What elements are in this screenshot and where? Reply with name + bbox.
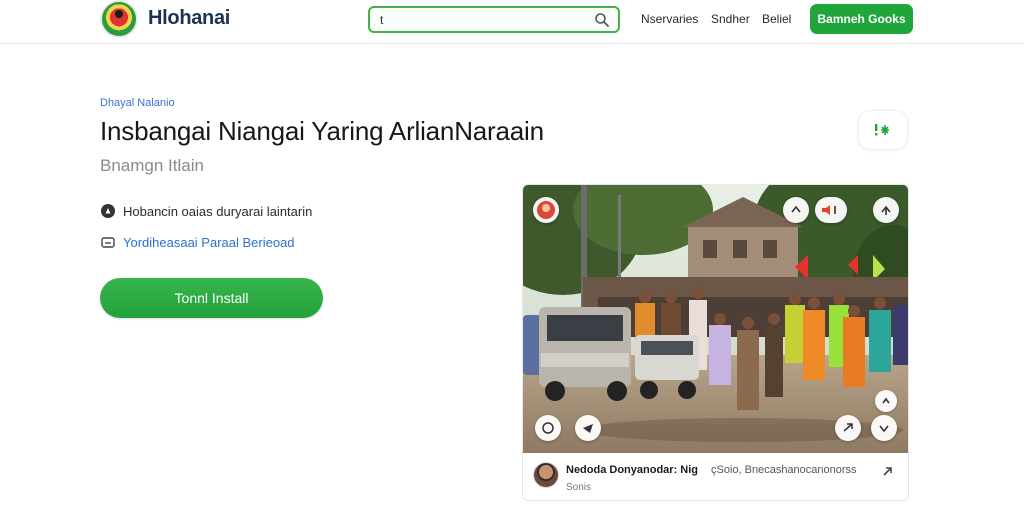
breadcrumb[interactable]: Dhayal Nalanio [100,97,175,109]
comment-icon [843,423,853,432]
page-subtitle: Bnamgn Itlain [100,156,204,175]
photo-action-3[interactable] [873,197,899,223]
top-bar: Hlohanai t Nservaries Sndher Beliel Bamn… [0,0,1024,44]
post-description: çSoio, Bnecashanocanonorss [711,464,857,476]
meta-info-text: Hobancin oaias duryarai laintarin [123,203,313,219]
avatar-icon [537,201,555,219]
post-meta: Sonis [566,482,592,493]
brand-name[interactable]: Hlohanai [148,7,230,30]
install-button[interactable]: Tonnl Install [100,278,323,318]
brand-logo[interactable] [100,0,138,38]
author-avatar[interactable] [533,462,559,488]
meta-link-text[interactable]: Yordiheasaai Paraal Berieoad [123,235,295,250]
share-icon [875,124,889,136]
photo-like-button[interactable] [535,415,561,441]
speaker-icon [822,205,836,215]
heart-icon [542,422,554,434]
photo-action-1[interactable] [783,197,809,223]
send-icon [583,424,593,433]
post-card[interactable]: Nedoda Donyanodar: Nig çSoio, Bnecashano… [522,184,909,501]
photo-action-2[interactable] [815,197,847,223]
chevron-down-icon [879,425,889,433]
header-cta-button[interactable]: Bamneh Gooks [810,4,913,34]
page-title: Insbangai Niangai Yaring ArlianNaraain [100,116,544,146]
info-icon [100,203,116,219]
link-icon [100,234,116,250]
meta-row-link[interactable]: Yordiheasaai Paraal Berieoad [100,234,295,250]
post-caption: Nedoda Donyanodar: Nig çSoio, Bnecashano… [523,453,908,500]
photo-more-button[interactable] [871,415,897,441]
search-value: t [380,13,384,27]
photo-comment-button[interactable] [835,415,861,441]
photo-expand-button[interactable] [875,390,897,412]
arrow-up-icon [791,205,801,213]
author-name[interactable]: Nedoda Donyanodar: Nig [566,464,698,476]
photo-share-button[interactable] [575,415,601,441]
photo-avatar-button[interactable] [533,197,559,223]
upload-icon [881,205,891,215]
chevron-up-icon [882,397,890,404]
nav-item-2[interactable]: Sndher [711,12,750,26]
share-arrow-icon[interactable] [880,463,896,479]
share-button[interactable] [858,110,908,150]
meta-row-info: Hobancin oaias duryarai laintarin [100,203,312,219]
nav-item-3[interactable]: Beliel [762,12,791,26]
search-icon[interactable] [594,12,610,28]
group-photo[interactable] [523,185,908,453]
search-input[interactable]: t [368,6,620,33]
nav-item-1[interactable]: Nservaries [641,12,698,26]
